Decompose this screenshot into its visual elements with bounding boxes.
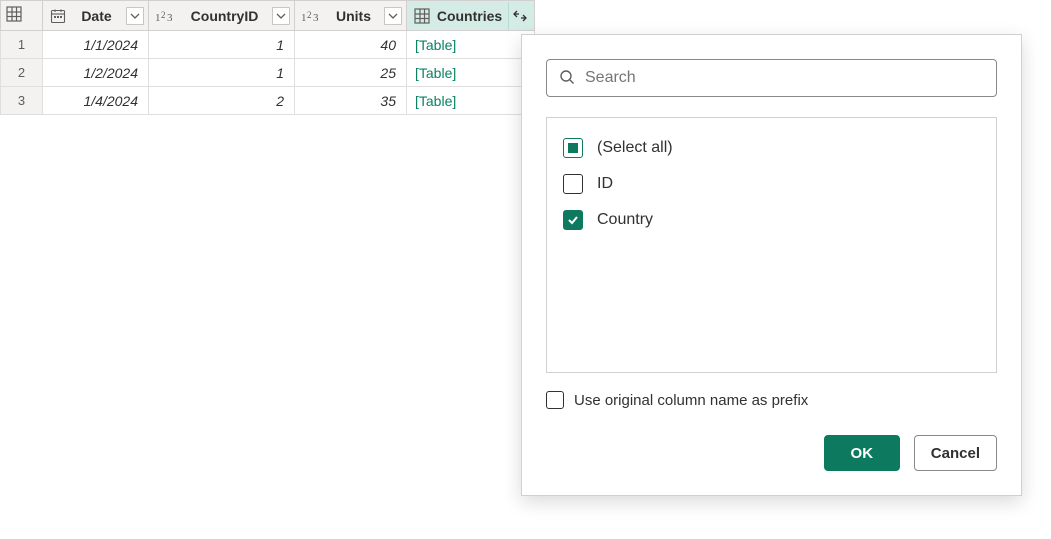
column-label: CountryID [181,8,268,24]
cell-countries[interactable]: [Table] [407,31,535,59]
checkbox-indeterminate[interactable] [563,138,583,158]
check-icon [566,213,580,227]
chevron-down-icon [130,11,140,21]
svg-text:3: 3 [313,12,319,24]
column-label: Countries [435,8,504,24]
search-box[interactable] [546,59,997,97]
column-filter-button[interactable] [272,7,290,25]
cell-countries[interactable]: [Table] [407,59,535,87]
ok-button[interactable]: OK [824,435,900,471]
checkbox-unchecked[interactable] [563,174,583,194]
column-filter-button[interactable] [126,7,144,25]
search-icon [559,69,575,88]
cell-countryid[interactable]: 1 [149,59,295,87]
number-type-icon: 123 [155,8,177,24]
option-label: (Select all) [597,139,673,157]
cell-units[interactable]: 40 [295,31,407,59]
cell-date[interactable]: 1/4/2024 [43,87,149,115]
chevron-down-icon [388,11,398,21]
prefix-label: Use original column name as prefix [574,392,808,409]
prefix-checkbox-row[interactable]: Use original column name as prefix [546,391,997,409]
svg-text:2: 2 [161,10,166,20]
column-header-countryid[interactable]: 123 CountryID [149,1,295,31]
option-label: ID [597,175,613,193]
cell-countries[interactable]: [Table] [407,87,535,115]
table-icon [413,7,431,25]
row-header-corner[interactable] [1,1,43,31]
chevron-down-icon [276,11,286,21]
column-header-countries[interactable]: Countries [407,1,535,31]
button-row: OK Cancel [546,435,997,471]
search-input[interactable] [585,69,984,87]
table-row[interactable]: 1 1/1/2024 1 40 [Table] [1,31,535,59]
row-number: 1 [1,31,43,59]
cell-date[interactable]: 1/2/2024 [43,59,149,87]
table-row[interactable]: 3 1/4/2024 2 35 [Table] [1,87,535,115]
column-options-list: (Select all) ID Country [546,117,997,373]
date-type-icon [49,7,67,25]
header-row: Date 123 CountryID 123 [1,1,535,31]
checkbox-checked[interactable] [563,210,583,230]
column-label: Date [71,8,122,24]
row-number: 2 [1,59,43,87]
expand-icon [512,9,528,23]
number-type-icon: 123 [301,8,323,24]
option-id[interactable]: ID [563,174,980,194]
column-filter-button[interactable] [384,7,402,25]
checkbox-unchecked[interactable] [546,391,564,409]
option-label: Country [597,211,653,229]
table-row[interactable]: 2 1/2/2024 1 25 [Table] [1,59,535,87]
svg-text:3: 3 [167,12,173,24]
table-icon [5,5,23,23]
column-header-units[interactable]: 123 Units [295,1,407,31]
cell-units[interactable]: 25 [295,59,407,87]
expand-column-button[interactable] [508,2,530,30]
column-header-date[interactable]: Date [43,1,149,31]
row-number: 3 [1,87,43,115]
svg-text:1: 1 [301,12,307,24]
svg-text:2: 2 [307,10,312,20]
cancel-button[interactable]: Cancel [914,435,997,471]
svg-text:1: 1 [155,12,161,24]
data-grid: Date 123 CountryID 123 [0,0,535,115]
option-select-all[interactable]: (Select all) [563,138,980,158]
option-country[interactable]: Country [563,210,980,230]
column-label: Units [327,8,380,24]
expand-columns-popup: (Select all) ID Country Use original col… [521,34,1022,496]
cell-countryid[interactable]: 2 [149,87,295,115]
cell-date[interactable]: 1/1/2024 [43,31,149,59]
cell-units[interactable]: 35 [295,87,407,115]
cell-countryid[interactable]: 1 [149,31,295,59]
